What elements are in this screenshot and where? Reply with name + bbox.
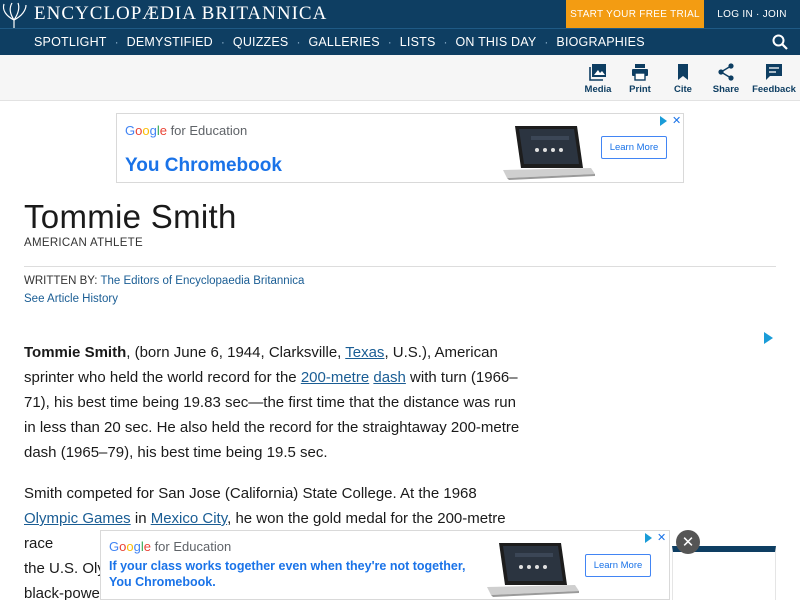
- article-toolbar: Media Print Cite Share Feedback: [0, 55, 800, 101]
- logo-text: ENCYCLOPÆDIA BRITANNICA: [34, 3, 328, 24]
- print-label: Print: [629, 84, 651, 95]
- page-title: Tommie Smith: [24, 198, 237, 235]
- media-button[interactable]: Media: [576, 63, 620, 95]
- adchoices-icon[interactable]: [764, 332, 773, 344]
- byline: WRITTEN BY: The Editors of Encyclopaedia…: [24, 275, 304, 287]
- dismiss-ad-button[interactable]: ✕: [676, 530, 700, 554]
- adchoices-icon[interactable]: [660, 116, 667, 126]
- article-history-link[interactable]: See Article History: [24, 293, 118, 305]
- ad-close-icon[interactable]: ✕: [672, 114, 681, 127]
- link-200-metre[interactable]: 200-metre: [301, 369, 369, 386]
- nav-on-this-day[interactable]: ON THIS DAY: [456, 35, 537, 49]
- nav-galleries[interactable]: GALLERIES: [308, 35, 379, 49]
- page-subtitle: AMERICAN ATHLETE: [24, 237, 143, 249]
- ad-close-icon[interactable]: ✕: [657, 531, 666, 544]
- login-join-button[interactable]: LOG IN · JOIN: [704, 0, 800, 28]
- link-mexico-city[interactable]: Mexico City: [151, 510, 227, 527]
- ad-headline-line-2[interactable]: You Chromebook.: [109, 575, 216, 589]
- media-icon: [589, 64, 606, 81]
- feedback-label: Feedback: [752, 84, 796, 95]
- nav-separator: ·: [296, 35, 301, 49]
- ad-brand: Google for Education: [109, 539, 232, 554]
- chromebook-image: [503, 126, 595, 180]
- nav-separator: ·: [443, 35, 448, 49]
- nav-separator: ·: [544, 35, 549, 49]
- nav-spotlight[interactable]: SPOTLIGHT: [34, 35, 107, 49]
- link-olympic-games[interactable]: Olympic Games: [24, 510, 131, 527]
- link-texas[interactable]: Texas: [345, 344, 384, 361]
- nav-quizzes[interactable]: QUIZZES: [233, 35, 289, 49]
- top-advertisement[interactable]: Google for Education You Chromebook Lear…: [116, 113, 684, 183]
- chromebook-image: [487, 543, 579, 597]
- feedback-icon: [766, 64, 782, 80]
- bookmark-icon: [678, 64, 688, 80]
- share-label: Share: [712, 84, 740, 95]
- nav-separator: ·: [114, 35, 119, 49]
- main-nav: SPOTLIGHT · DEMYSTIFIED · QUIZZES · GALL…: [0, 28, 800, 55]
- nav-demystified[interactable]: DEMYSTIFIED: [127, 35, 213, 49]
- ad-brand: Google for Education: [125, 123, 248, 138]
- search-icon[interactable]: [772, 34, 788, 50]
- nav-separator: ·: [220, 35, 225, 49]
- bottom-sticky-advertisement[interactable]: Google for Education If your class works…: [100, 530, 670, 600]
- share-icon: [718, 63, 734, 81]
- author-link[interactable]: The Editors of Encyclopaedia Britannica: [100, 275, 304, 287]
- media-label: Media: [584, 84, 612, 95]
- ad-learn-more-button[interactable]: Learn More: [585, 554, 651, 577]
- subject-name: Tommie Smith: [24, 344, 127, 361]
- print-button[interactable]: Print: [618, 63, 662, 95]
- ad-headline[interactable]: You Chromebook: [125, 155, 282, 177]
- start-free-trial-button[interactable]: START YOUR FREE TRIAL: [566, 0, 704, 28]
- nav-separator: ·: [387, 35, 392, 49]
- share-button[interactable]: Share: [704, 63, 748, 95]
- nav-biographies[interactable]: BIOGRAPHIES: [556, 35, 644, 49]
- adchoices-icon[interactable]: [645, 533, 652, 543]
- cite-label: Cite: [674, 84, 692, 95]
- cite-button[interactable]: Cite: [661, 63, 705, 95]
- side-panel: [672, 546, 776, 600]
- divider: [24, 266, 776, 267]
- paragraph-1: Tommie Smith, (born June 6, 1944, Clarks…: [24, 344, 520, 461]
- ad-headline-line-1[interactable]: If your class works together even when t…: [109, 559, 466, 573]
- feedback-button[interactable]: Feedback: [752, 63, 796, 95]
- print-icon: [632, 64, 648, 81]
- link-dash[interactable]: dash: [373, 369, 406, 386]
- written-by-label: WRITTEN BY:: [24, 275, 98, 287]
- nav-lists[interactable]: LISTS: [400, 35, 436, 49]
- ad-learn-more-button[interactable]: Learn More: [601, 136, 667, 159]
